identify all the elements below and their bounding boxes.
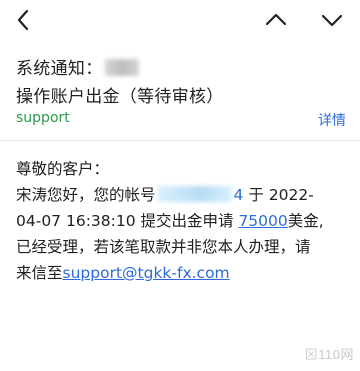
body-text: 美金,: [287, 212, 324, 230]
redacted-name: [104, 59, 139, 76]
amount-link[interactable]: 75000: [238, 212, 287, 230]
next-message-button[interactable]: [318, 6, 346, 34]
previous-message-button[interactable]: [262, 6, 290, 34]
redacted-account: [157, 186, 232, 202]
chevron-up-icon: [265, 13, 287, 26]
email-subject: 系统通知： 操作账户出金（等待审核）: [16, 55, 346, 111]
chevron-down-icon: [321, 14, 343, 27]
subject-suffix: 操作账户出金（等待审核）: [16, 87, 224, 107]
watermark: ⊠110网: [304, 347, 354, 362]
details-link[interactable]: 详情: [318, 110, 346, 130]
body-text: 来信至: [16, 264, 63, 282]
account-tail: 4: [233, 186, 244, 204]
body-line-4: 来信至support@tgkk-fx.com: [16, 260, 346, 286]
email-link[interactable]: support@tgkk-fx.com: [63, 264, 230, 282]
email-body: 尊敬的客户： 宋涛您好，您的帐号 4 于 2022- 04-07 16:38:10…: [16, 156, 346, 286]
body-line-2: 04-07 16:38:10 提交出金申请 75000美金,: [16, 208, 346, 234]
body-text: 于 2022-: [248, 186, 314, 204]
chevron-left-icon: [17, 9, 29, 31]
body-line-3: 已经受理，若该笔取款并非您本人办理，请: [16, 238, 311, 256]
subject-prefix: 系统通知：: [16, 59, 103, 79]
body-text: 宋涛您好，您的帐号: [16, 186, 156, 204]
divider: [0, 140, 360, 141]
back-button[interactable]: [10, 6, 38, 34]
sender-name[interactable]: support: [16, 110, 70, 126]
sender-row: support 详情: [16, 110, 346, 132]
top-toolbar: [0, 0, 360, 40]
greeting: 尊敬的客户：: [16, 160, 110, 178]
body-line-1: 宋涛您好，您的帐号 4 于 2022-: [16, 182, 346, 208]
body-text: 04-07 16:38:10 提交出金申请: [16, 212, 239, 230]
